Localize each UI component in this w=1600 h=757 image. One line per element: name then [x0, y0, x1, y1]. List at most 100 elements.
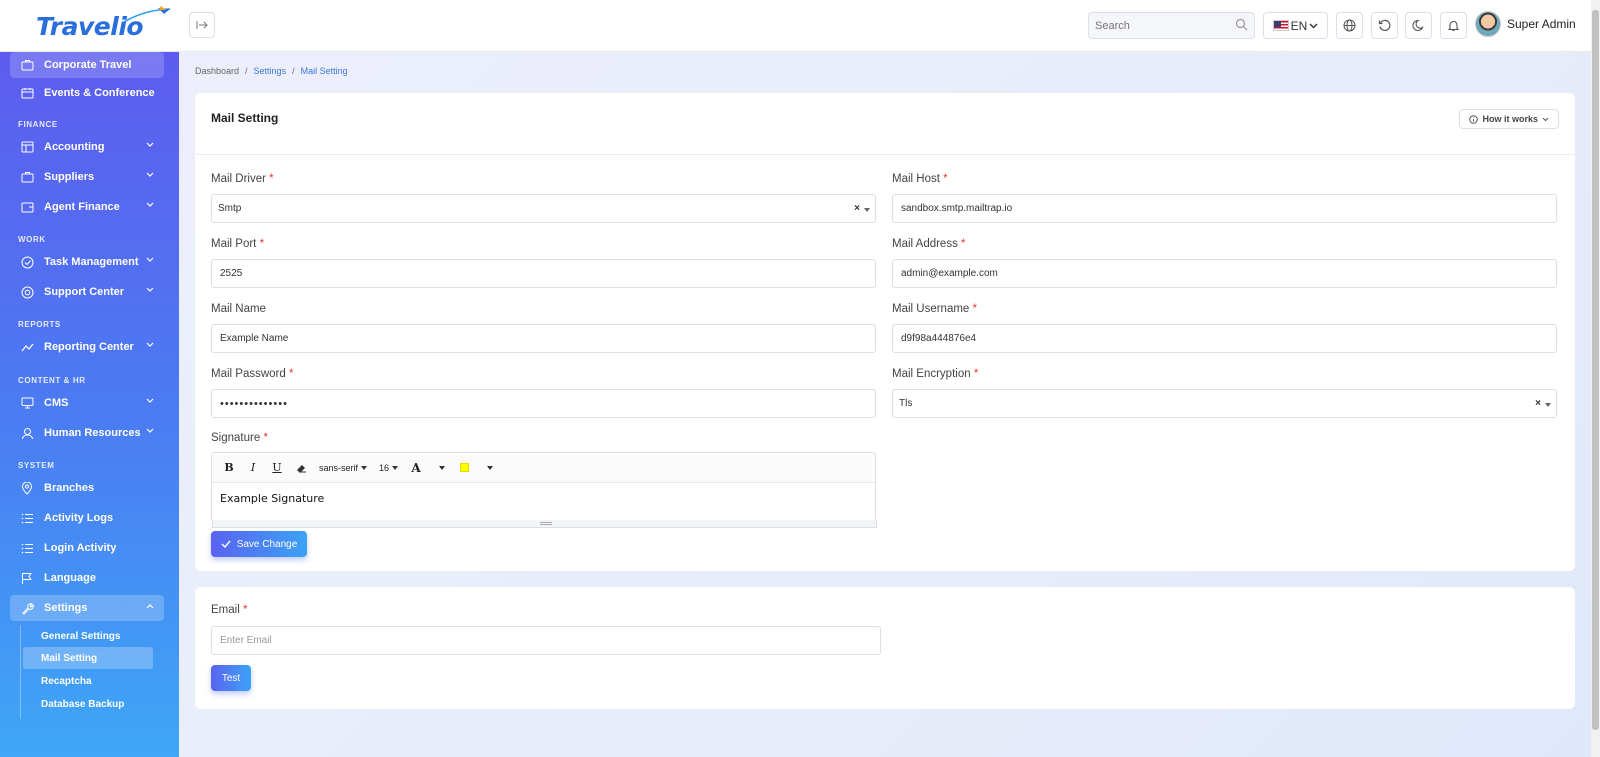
- sidebar-section-content-hr: CONTENT & HR: [18, 376, 86, 385]
- mail-host-input[interactable]: [901, 195, 1556, 222]
- signature-editor: B I U sans-serif 16 A Example Signature: [211, 452, 877, 528]
- mail-username-input[interactable]: [901, 325, 1556, 352]
- mail-name-field[interactable]: [211, 324, 876, 353]
- wrench-icon: [20, 601, 34, 615]
- breadcrumb-settings[interactable]: Settings: [254, 66, 287, 76]
- mail-setting-card: Mail Setting How it works Mail Driver * …: [195, 93, 1575, 571]
- mail-address-input[interactable]: [901, 260, 1556, 287]
- caret-down-icon: [361, 465, 368, 470]
- bold-button[interactable]: B: [220, 457, 238, 479]
- mail-username-field[interactable]: [892, 324, 1557, 353]
- info-circle-icon: [1469, 114, 1479, 124]
- logo[interactable]: Travelio: [36, 6, 171, 42]
- email-field[interactable]: [211, 626, 881, 655]
- search-input[interactable]: [1089, 13, 1219, 38]
- sidebar-item-label: Settings: [44, 602, 88, 614]
- sidebar-item-language[interactable]: Language: [10, 565, 164, 591]
- clear-icon[interactable]: ×: [1535, 398, 1541, 409]
- mail-encryption-select[interactable]: Tls ×: [892, 389, 1557, 418]
- breadcrumb: Dashboard / Settings / Mail Setting: [195, 66, 348, 76]
- chevron-down-icon: [146, 287, 154, 292]
- sidebar-item-settings[interactable]: Settings: [10, 595, 164, 621]
- email-label: Email *: [211, 604, 248, 616]
- mail-host-label: Mail Host *: [892, 173, 948, 185]
- breadcrumb-separator: /: [292, 66, 295, 76]
- language-selector[interactable]: EN: [1263, 12, 1328, 39]
- user-menu[interactable]: Super Admin: [1475, 11, 1576, 37]
- page-scrollbar[interactable]: [1591, 0, 1600, 757]
- search-icon[interactable]: [1235, 18, 1248, 31]
- sidebar-item-human-resources[interactable]: Human Resources: [10, 420, 164, 446]
- italic-button[interactable]: I: [244, 457, 262, 479]
- mail-address-field[interactable]: [892, 259, 1557, 288]
- globe-button[interactable]: [1336, 12, 1363, 39]
- save-change-button[interactable]: Save Change: [211, 531, 307, 557]
- eraser-button[interactable]: [292, 457, 310, 479]
- divider: [195, 154, 1575, 155]
- notifications-button[interactable]: [1440, 12, 1467, 39]
- email-input[interactable]: [220, 627, 880, 654]
- dropdown-arrow-icon[interactable]: [864, 208, 870, 212]
- sidebar-item-label: Suppliers: [44, 171, 95, 183]
- text-color-dropdown[interactable]: [431, 457, 449, 479]
- submenu-mail-setting[interactable]: Mail Setting: [23, 647, 153, 669]
- highlight-dropdown[interactable]: [479, 457, 497, 479]
- avatar: [1475, 11, 1501, 37]
- sidebar-item-support-center[interactable]: Support Center: [10, 279, 164, 305]
- sidebar-item-task-management[interactable]: Task Management: [10, 249, 164, 275]
- breadcrumb-current: Mail Setting: [300, 66, 348, 76]
- breadcrumb-separator: /: [245, 66, 248, 76]
- font-family-dropdown[interactable]: sans-serif: [316, 457, 370, 479]
- refresh-button[interactable]: [1371, 12, 1398, 39]
- breadcrumb-dashboard[interactable]: Dashboard: [195, 66, 239, 76]
- sidebar-item-activity-logs[interactable]: Activity Logs: [10, 505, 164, 531]
- sidebar-item-suppliers[interactable]: Suppliers: [10, 164, 164, 190]
- sidebar-item-accounting[interactable]: Accounting: [10, 134, 164, 160]
- mail-name-input[interactable]: [220, 325, 875, 352]
- sidebar-toggle-button[interactable]: [189, 12, 215, 38]
- text-color-button[interactable]: A: [407, 457, 425, 479]
- plane-icon: [123, 6, 171, 23]
- save-change-label: Save Change: [236, 538, 298, 550]
- theme-toggle-button[interactable]: [1405, 12, 1432, 39]
- editor-resize-handle[interactable]: [212, 520, 877, 528]
- mail-password-field[interactable]: ••••••••••••••: [211, 389, 876, 418]
- dropdown-arrow-icon[interactable]: [1545, 403, 1551, 407]
- sidebar-item-reporting-center[interactable]: Reporting Center: [10, 334, 164, 360]
- test-button[interactable]: Test: [211, 665, 251, 691]
- chevron-down-icon: [146, 142, 154, 147]
- sidebar-item-login-activity[interactable]: Login Activity: [10, 535, 164, 561]
- moon-icon: [1412, 19, 1424, 32]
- how-it-works-button[interactable]: How it works: [1459, 109, 1559, 129]
- sidebar-item-cms[interactable]: CMS: [10, 390, 164, 416]
- chevron-down-icon: [146, 342, 154, 347]
- mail-port-field[interactable]: [211, 259, 876, 288]
- chevron-down-icon: [146, 202, 154, 207]
- submenu-general-settings[interactable]: General Settings: [23, 625, 153, 647]
- underline-button[interactable]: U: [268, 457, 286, 479]
- scrollbar-thumb[interactable]: [1592, 10, 1599, 730]
- highlight-button[interactable]: [455, 457, 473, 479]
- sidebar-item-agent-finance[interactable]: Agent Finance: [10, 194, 164, 220]
- briefcase-icon: [20, 170, 34, 184]
- sidebar-item-corporate-travel[interactable]: Corporate Travel: [10, 52, 164, 78]
- sidebar-item-events-conference[interactable]: Events & Conference: [10, 80, 164, 106]
- clear-icon[interactable]: ×: [854, 203, 860, 214]
- mail-host-field[interactable]: [892, 194, 1557, 223]
- signature-label: Signature *: [211, 432, 268, 444]
- eraser-icon: [296, 464, 306, 472]
- mail-driver-select[interactable]: Smtp ×: [211, 194, 876, 223]
- monitor-icon: [20, 396, 34, 410]
- font-size-dropdown[interactable]: 16: [376, 457, 401, 479]
- signature-content[interactable]: Example Signature: [212, 483, 875, 514]
- submenu-database-backup[interactable]: Database Backup: [23, 693, 153, 715]
- editor-toolbar: B I U sans-serif 16 A: [212, 453, 875, 483]
- check-icon: [221, 540, 231, 548]
- mail-encryption-value: Tls: [899, 398, 913, 409]
- submenu-recaptcha[interactable]: Recaptcha: [23, 670, 153, 692]
- mail-password-value[interactable]: ••••••••••••••: [220, 398, 288, 410]
- sidebar-section-system: SYSTEM: [18, 461, 55, 470]
- mail-port-input[interactable]: [220, 260, 875, 287]
- wallet-icon: [20, 200, 34, 214]
- sidebar-item-branches[interactable]: Branches: [10, 475, 164, 501]
